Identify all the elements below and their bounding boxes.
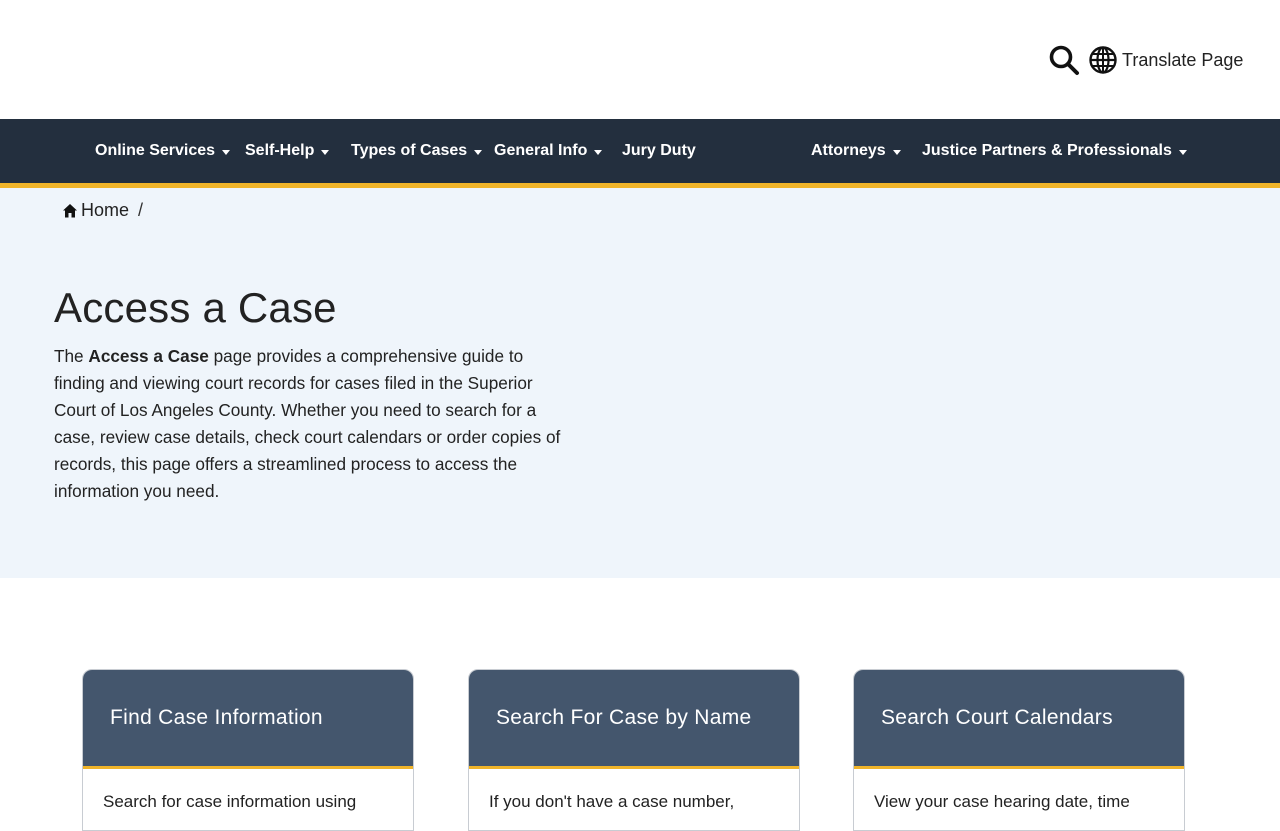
caret-down-icon — [321, 149, 330, 155]
breadcrumb: Home / — [62, 200, 143, 221]
card-body: If you don't have a case number, — [489, 792, 735, 811]
card-body: Search for case information using — [103, 792, 357, 811]
nav-online-services[interactable]: Online Services — [95, 119, 231, 183]
caret-down-icon — [1178, 149, 1187, 155]
nav-label: General Info — [494, 142, 588, 159]
nav-jury-duty[interactable]: Jury Duty — [622, 119, 696, 183]
card-title: Search Court Calendars — [881, 706, 1113, 729]
caret-down-icon — [892, 149, 901, 155]
card-search-court-calendars[interactable]: Search Court Calendars View your case he… — [853, 669, 1185, 831]
nav-justice-partners[interactable]: Justice Partners & Professionals — [922, 119, 1187, 183]
nav-label: Self-Help — [245, 142, 315, 159]
breadcrumb-separator: / — [138, 200, 144, 220]
nav-general-info[interactable]: General Info — [494, 119, 603, 183]
card-title: Find Case Information — [110, 706, 323, 729]
nav-label: Types of Cases — [351, 142, 468, 159]
search-button[interactable] — [1048, 44, 1080, 76]
main-nav: Online Services Self-Help Types of Cases… — [0, 119, 1280, 188]
home-icon — [63, 203, 77, 217]
card-title: Search For Case by Name — [496, 706, 752, 729]
caret-down-icon — [222, 149, 231, 155]
top-header: Translate Page — [0, 0, 1280, 119]
translate-page-button[interactable]: Translate Page — [1089, 45, 1243, 75]
nav-label: Online Services — [95, 142, 216, 159]
card-find-case-information[interactable]: Find Case Information Search for case in… — [82, 669, 414, 831]
translate-label: Translate Page — [1122, 49, 1244, 70]
caret-down-icon — [474, 149, 483, 155]
nav-types-of-cases[interactable]: Types of Cases — [351, 119, 483, 183]
globe-icon — [1089, 46, 1117, 74]
search-icon — [1049, 45, 1079, 75]
card-body: View your case hearing date, time — [874, 792, 1130, 811]
card-header: Find Case Information — [83, 670, 413, 769]
nav-label: Attorneys — [811, 142, 886, 159]
card-header: Search Court Calendars — [854, 670, 1184, 769]
nav-label: Justice Partners & Professionals — [922, 142, 1172, 159]
card-header: Search For Case by Name — [469, 670, 799, 769]
intro-text-end: page provides a comprehensive guide to f… — [54, 346, 561, 501]
intro-bold-text: Access a Case — [88, 346, 209, 366]
intro-text-start: The — [54, 346, 89, 366]
caret-down-icon — [594, 149, 603, 155]
nav-attorneys[interactable]: Attorneys — [811, 119, 901, 183]
card-search-case-by-name[interactable]: Search For Case by Name If you don't hav… — [468, 669, 800, 831]
page-title: Access a Case — [54, 284, 337, 331]
hero-section: Home / Access a Case The Access a Case p… — [0, 188, 1280, 578]
nav-self-help[interactable]: Self-Help — [245, 119, 330, 183]
nav-label: Jury Duty — [622, 142, 696, 159]
intro-paragraph: The Access a Case page provides a compre… — [54, 343, 564, 505]
breadcrumb-home-link[interactable]: Home — [81, 200, 129, 221]
